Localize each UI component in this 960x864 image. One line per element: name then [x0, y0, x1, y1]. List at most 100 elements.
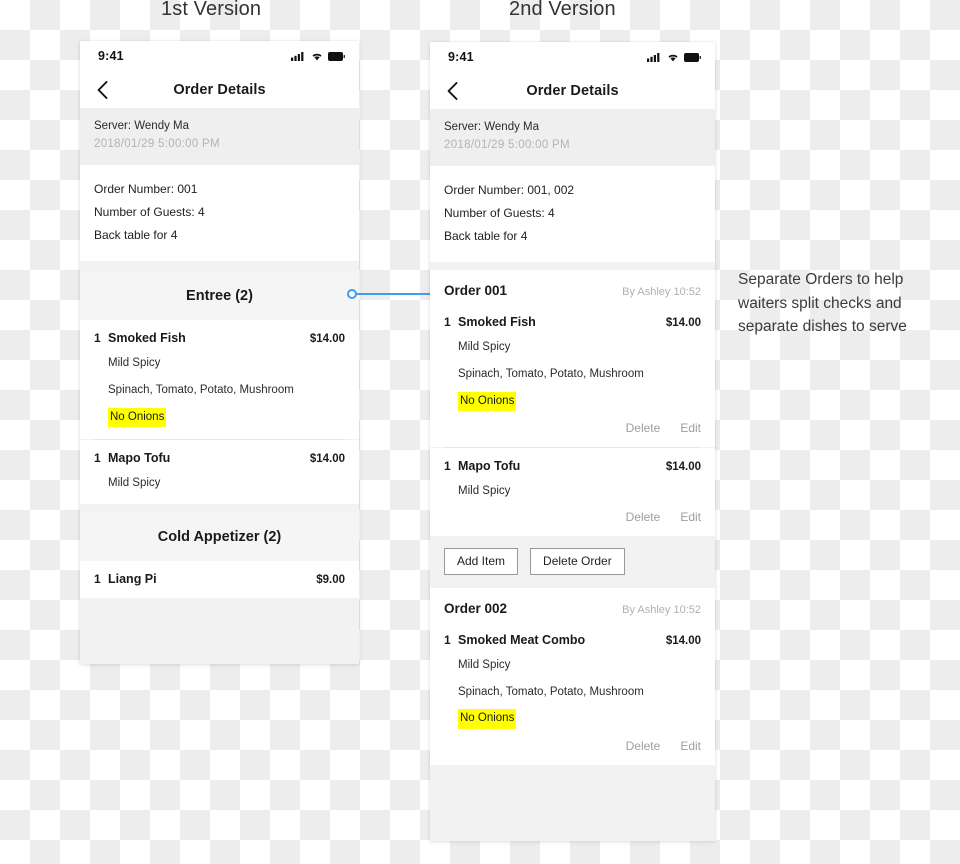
dish-quantity: 1	[444, 315, 451, 330]
order-action-buttons: Add Item Delete Order	[430, 535, 715, 588]
phone-mockup-version-1: 9:41 Order Details Server: Wendy Ma 2018…	[80, 41, 359, 664]
server-info-band: Server: Wendy Ma 2018/01/29 5:00:00 PM	[430, 109, 715, 167]
status-bar-icons	[647, 52, 701, 62]
order-group-meta: By Ashley 10:52	[622, 603, 701, 616]
dish-actions: Delete Edit	[444, 739, 701, 753]
dish-price: $9.00	[316, 573, 345, 586]
edit-item-button[interactable]: Edit	[680, 510, 701, 524]
navigation-bar: Order Details	[430, 72, 715, 109]
dish-option: Mild Spicy	[108, 477, 161, 490]
status-bar-clock: 9:41	[448, 50, 474, 64]
dish-option: Mild Spicy	[458, 658, 511, 671]
order-group-header: Order 001 By Ashley 10:52	[430, 270, 715, 305]
dish-price: $14.00	[309, 333, 345, 346]
version-2-caption: 2nd Version	[509, 0, 616, 20]
dish-options: Mild Spicy Spinach, Tomato, Potato, Mush…	[444, 657, 701, 729]
page-title: Order Details	[526, 82, 619, 99]
dish-special-note: No Onions	[458, 391, 517, 412]
dish-row[interactable]: 1 Liang Pi $9.00	[80, 560, 359, 598]
dish-special-note: No Onions	[108, 407, 167, 428]
dish-header: 1 Smoked Fish $14.00	[444, 315, 701, 329]
table-line: Back table for 4	[444, 229, 528, 244]
status-bar: 9:41	[430, 42, 715, 72]
chevron-left-icon[interactable]	[442, 81, 462, 101]
phone-mockup-version-2: 9:41 Order Details Server: Wendy Ma 2018…	[430, 42, 715, 841]
battery-icon	[328, 51, 345, 61]
dish-name: Mapo Tofu	[108, 451, 171, 466]
guests-line: Number of Guests: 4	[444, 206, 555, 221]
wifi-icon	[311, 51, 323, 61]
dish-quantity: 1	[444, 632, 451, 647]
edit-item-button[interactable]: Edit	[680, 421, 701, 435]
dish-price: $14.00	[309, 453, 345, 466]
delete-item-button[interactable]: Delete	[626, 739, 661, 753]
order-info-card: Order Number: 001, 002 Number of Guests:…	[430, 166, 715, 263]
dish-quantity: 1	[94, 571, 101, 586]
dish-row[interactable]: 1 Mapo Tofu $14.00 Mild Spicy	[80, 440, 359, 504]
dish-name: Smoked Meat Combo	[458, 632, 586, 647]
dish-name: Liang Pi	[108, 571, 157, 586]
delete-item-button[interactable]: Delete	[626, 510, 661, 524]
chevron-left-icon[interactable]	[92, 80, 112, 100]
dish-name: Mapo Tofu	[458, 459, 521, 474]
spacer	[430, 262, 715, 271]
server-name: Server: Wendy Ma	[444, 121, 540, 133]
guests-line: Number of Guests: 4	[94, 205, 205, 220]
cellular-signal-icon	[647, 52, 662, 62]
dish-option: Mild Spicy	[458, 485, 511, 498]
order-number-line: Order Number: 001, 002	[444, 183, 575, 198]
version-1-caption: 1st Version	[161, 0, 262, 20]
dish-name: Smoked Fish	[108, 331, 186, 346]
order-group-label: Order 001	[444, 283, 508, 299]
table-line: Back table for 4	[94, 228, 178, 243]
status-bar: 9:41	[80, 41, 359, 71]
navigation-bar: Order Details	[80, 71, 359, 108]
edit-item-button[interactable]: Edit	[680, 739, 701, 753]
server-name: Server: Wendy Ma	[94, 120, 190, 132]
dish-option: Spinach, Tomato, Potato, Mushroom	[458, 685, 644, 698]
annotation-text: Separate Orders to help waiters split ch…	[738, 271, 907, 336]
delete-order-button[interactable]: Delete Order	[530, 547, 625, 575]
section-header-cold-appetizer: Cold Appetizer (2)	[80, 511, 359, 561]
status-bar-icons	[291, 51, 345, 61]
dish-option: Mild Spicy	[458, 341, 511, 354]
battery-icon	[684, 52, 701, 62]
dish-options: Mild Spicy Spinach, Tomato, Potato, Mush…	[94, 355, 345, 428]
dish-row[interactable]: 1 Smoked Meat Combo $14.00 Mild Spicy Sp…	[430, 621, 715, 765]
dish-options: Mild Spicy	[444, 483, 701, 500]
dish-header: 1 Mapo Tofu $14.00	[94, 451, 345, 465]
order-group-label: Order 002	[444, 600, 508, 616]
delete-item-button[interactable]: Delete	[626, 421, 661, 435]
dish-header: 1 Mapo Tofu $14.00	[444, 459, 701, 473]
dish-price: $14.00	[665, 634, 701, 647]
dish-option: Spinach, Tomato, Potato, Mushroom	[108, 383, 294, 396]
dish-price: $14.00	[665, 461, 701, 474]
server-datetime: 2018/01/29 5:00:00 PM	[94, 137, 220, 150]
order-group-meta: By Ashley 10:52	[622, 286, 701, 299]
dish-header: 1 Smoked Meat Combo $14.00	[444, 633, 701, 647]
dish-header: 1 Liang Pi $9.00	[94, 572, 345, 586]
spacer	[80, 261, 359, 272]
dish-options: Mild Spicy	[94, 475, 345, 492]
add-item-button[interactable]: Add Item	[444, 547, 519, 575]
dish-quantity: 1	[94, 331, 101, 346]
spacer	[80, 503, 359, 512]
dish-row[interactable]: 1 Smoked Fish $14.00 Mild Spicy Spinach,…	[80, 320, 359, 440]
dish-row[interactable]: 1 Smoked Fish $14.00 Mild Spicy Spinach,…	[430, 304, 715, 448]
wifi-icon	[667, 52, 679, 62]
dish-option: Spinach, Tomato, Potato, Mushroom	[458, 367, 644, 380]
section-header-entree: Entree (2)	[80, 271, 359, 321]
order-number-line: Order Number: 001	[94, 182, 198, 197]
dish-options: Mild Spicy Spinach, Tomato, Potato, Mush…	[444, 339, 701, 412]
server-info-band: Server: Wendy Ma 2018/01/29 5:00:00 PM	[80, 108, 359, 166]
dish-row[interactable]: 1 Mapo Tofu $14.00 Mild Spicy Delete Edi…	[430, 448, 715, 536]
cellular-signal-icon	[291, 51, 306, 61]
dish-special-note: No Onions	[458, 709, 517, 729]
dish-option: Mild Spicy	[108, 357, 161, 370]
dish-name: Smoked Fish	[458, 315, 536, 330]
page-title: Order Details	[173, 81, 266, 98]
dish-quantity: 1	[444, 459, 451, 474]
server-datetime: 2018/01/29 5:00:00 PM	[444, 138, 570, 151]
dish-quantity: 1	[94, 451, 101, 466]
dish-header: 1 Smoked Fish $14.00	[94, 331, 345, 345]
